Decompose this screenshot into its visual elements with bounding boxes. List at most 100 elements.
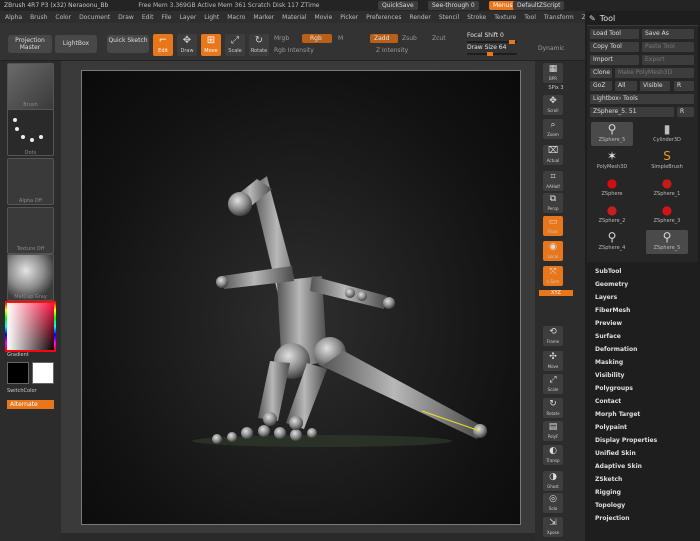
menu-marker[interactable]: Marker [253, 14, 274, 21]
scale-mode-button[interactable]: ⤢ Scale [225, 34, 245, 56]
actual-button[interactable]: ⌧ Actual [543, 145, 563, 165]
persp-button[interactable]: ⧉ Persp [543, 193, 563, 213]
rotate-mode-button[interactable]: ↻ Rotate [249, 34, 269, 56]
frame-button[interactable]: ⟲ Frame [543, 326, 563, 346]
subpalette-projection[interactable]: Projection [589, 512, 697, 525]
tool-thumb-zsphere[interactable]: ● ZSphere [591, 176, 633, 200]
make-polymesh-button[interactable]: Make PolyMesh3D [615, 68, 694, 78]
quicksave-button[interactable]: QuickSave [378, 1, 418, 10]
xpose-button[interactable]: ⇲ Xpose [543, 517, 563, 537]
scroll-button[interactable]: ✥ Scroll [543, 95, 563, 115]
right-label-xyz[interactable]: XYZ [539, 290, 573, 296]
menu-movie[interactable]: Movie [315, 14, 333, 21]
tool-thumb-zsphere-5[interactable]: ⚲ ZSphere_5 [646, 230, 688, 254]
draw-size-knob[interactable] [487, 52, 493, 56]
menu-document[interactable]: Document [79, 14, 110, 21]
move-button[interactable]: ✣ Move [543, 351, 563, 371]
menu-preferences[interactable]: Preferences [366, 14, 401, 21]
zsub-button[interactable]: Zsub [402, 35, 417, 42]
subpalette-geometry[interactable]: Geometry [589, 278, 697, 291]
rgb-intensity-slider[interactable]: Rgb Intensity [274, 47, 314, 54]
subpalette-topology[interactable]: Topology [589, 499, 697, 512]
goz-button[interactable]: GoZ [590, 81, 612, 91]
all-button[interactable]: All [615, 81, 637, 91]
color-picker[interactable] [7, 303, 54, 350]
projection-master-button[interactable]: Projection Master [8, 35, 52, 53]
visible-button[interactable]: Visible [640, 81, 670, 91]
paste-tool-button[interactable]: Paste Tool [642, 42, 694, 52]
rotate-button[interactable]: ↻ Rotate [543, 398, 563, 418]
subpalette-deformation[interactable]: Deformation [589, 343, 697, 356]
gradient-button[interactable]: Gradient [7, 352, 54, 358]
export-button[interactable]: Export [642, 55, 694, 65]
import-button[interactable]: Import [590, 55, 639, 65]
tool-thumb-zsphere-1[interactable]: ● ZSphere_1 [646, 176, 688, 200]
alternate-button[interactable]: Alternate [7, 400, 54, 409]
save-as-button[interactable]: Save As [642, 29, 694, 39]
load-tool-button[interactable]: Load Tool [590, 29, 639, 39]
tool-thumb-zsphere-2[interactable]: ● ZSphere_2 [591, 203, 633, 227]
subpalette-morph-target[interactable]: Morph Target [589, 408, 697, 421]
ghost-button[interactable]: ◑ Ghost [543, 471, 563, 491]
default-zscript-button[interactable]: DefaultZScript [513, 1, 565, 10]
subpalette-polypaint[interactable]: Polypaint [589, 421, 697, 434]
see-through-slider[interactable]: See-through 0 [428, 1, 479, 10]
secondary-color-swatch[interactable] [32, 362, 54, 384]
copy-tool-button[interactable]: Copy Tool [590, 42, 639, 52]
subpalette-masking[interactable]: Masking [589, 356, 697, 369]
clone-button[interactable]: Clone [590, 68, 612, 78]
draw-size-track[interactable] [467, 52, 517, 56]
transp-button[interactable]: ◐ Transp [543, 445, 563, 465]
menu-edit[interactable]: Edit [142, 14, 154, 21]
menu-layer[interactable]: Layer [180, 14, 197, 21]
switch-color-button[interactable]: SwitchColor [7, 388, 54, 394]
floor-button[interactable]: ▭ Floor [543, 216, 563, 236]
menu-texture[interactable]: Texture [494, 14, 516, 21]
tool-thumb-zsphere-3[interactable]: ● ZSphere_3 [646, 203, 688, 227]
subpalette-adaptive-skin[interactable]: Adaptive Skin [589, 460, 697, 473]
menu-light[interactable]: Light [204, 14, 219, 21]
focal-shift-track[interactable] [467, 40, 517, 44]
tool-thumb-simplebrush[interactable]: S SimpleBrush [646, 149, 688, 173]
subpalette-visibility[interactable]: Visibility [589, 369, 697, 382]
quick-sketch-button[interactable]: Quick Sketch [107, 35, 149, 53]
tool-thumb-zsphere-4[interactable]: ⚲ ZSphere_4 [591, 230, 633, 254]
mrgb-button[interactable]: Mrgb [274, 35, 289, 42]
subpalette-polygroups[interactable]: Polygroups [589, 382, 697, 395]
right-label-spix-3[interactable]: SPix 3 [539, 85, 573, 91]
subpalette-subtool[interactable]: SubTool [589, 265, 697, 278]
tool-thumb-cylinder3d[interactable]: ▮ Cylinder3D [646, 122, 688, 146]
main-color-swatch[interactable] [7, 362, 29, 384]
move-mode-button[interactable]: ⊞ Move [201, 34, 221, 56]
dynamic-button[interactable]: Dynamic [538, 45, 564, 52]
r-button[interactable]: R [674, 81, 694, 91]
edit-mode-button[interactable]: ⌐ Edit [153, 34, 173, 56]
lightbox-tools-button[interactable]: Lightbox› Tools [590, 94, 694, 104]
tool-palette-header[interactable]: ✎ Tool [585, 11, 700, 25]
menu-picker[interactable]: Picker [340, 14, 358, 21]
subpalette-contact[interactable]: Contact [589, 395, 697, 408]
menu-stencil[interactable]: Stencil [439, 14, 459, 21]
z-intensity-slider[interactable]: Z Intensity [376, 47, 408, 54]
r-button-2[interactable]: R [677, 107, 694, 117]
m-button[interactable]: M [338, 35, 343, 42]
subpalette-rigging[interactable]: Rigging [589, 486, 697, 499]
focal-shift-slider[interactable]: Focal Shift 0 [467, 32, 504, 39]
menu-stroke[interactable]: Stroke [467, 14, 486, 21]
document-canvas[interactable] [81, 70, 521, 525]
subpalette-fibermesh[interactable]: FiberMesh [589, 304, 697, 317]
zcut-button[interactable]: Zcut [432, 35, 446, 42]
tool-thumb-zsphere-5[interactable]: ⚲ ZSphere_5 [591, 122, 633, 146]
subpalette-display-properties[interactable]: Display Properties [589, 434, 697, 447]
menu-file[interactable]: File [161, 14, 171, 21]
bpr-button[interactable]: ▦ BPR [543, 63, 563, 83]
menu-draw[interactable]: Draw [118, 14, 134, 21]
menu-macro[interactable]: Macro [227, 14, 245, 21]
stroke-thumbnail[interactable] [7, 109, 54, 156]
menu-render[interactable]: Render [409, 14, 430, 21]
subpalette-preview[interactable]: Preview [589, 317, 697, 330]
draw-mode-button[interactable]: ✥ Draw [177, 34, 197, 56]
subpalette-surface[interactable]: Surface [589, 330, 697, 343]
current-tool-slider[interactable]: ZSphere_5. 51 [590, 107, 674, 117]
focal-shift-knob[interactable] [509, 40, 515, 44]
